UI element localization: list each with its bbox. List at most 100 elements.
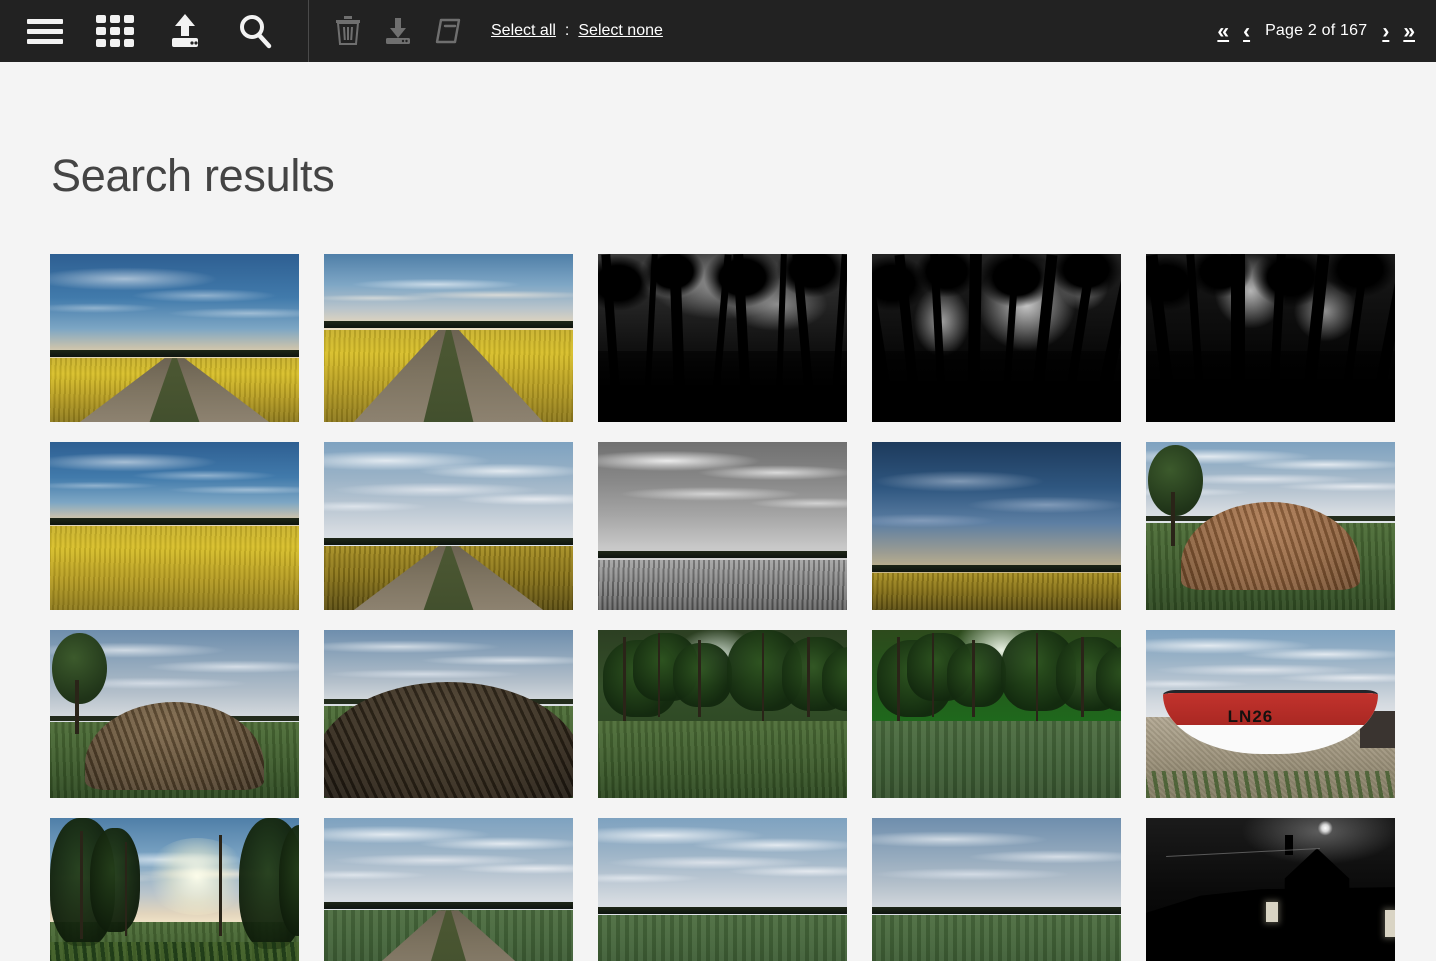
grass-ground — [872, 720, 1121, 798]
grid-view-icon — [96, 15, 134, 47]
collection-button[interactable] — [423, 0, 473, 62]
tree-trunk — [1081, 636, 1085, 718]
grass-ground — [598, 720, 847, 798]
thumb-rapeseed-path-clouds[interactable] — [324, 442, 573, 610]
tree-trunk — [697, 640, 701, 718]
selection-links: Select all : Select none — [491, 22, 663, 40]
result-thumbnail-cell[interactable]: LN26 — [1146, 630, 1395, 798]
thumb-sandy-soil-heap-trees[interactable] — [1146, 442, 1395, 610]
result-thumbnail-cell[interactable] — [1146, 442, 1395, 610]
delete-button[interactable] — [323, 0, 373, 62]
chimney-silhouette — [1285, 834, 1293, 855]
thumb-dark-forest-silhouette-3[interactable] — [1146, 254, 1395, 422]
last-page-button[interactable]: » — [1396, 21, 1422, 42]
result-thumbnail-cell[interactable] — [1146, 254, 1395, 422]
toolbar-divider — [308, 0, 309, 62]
hamburger-menu-button[interactable] — [10, 0, 80, 62]
distant-treeline — [50, 349, 299, 357]
result-thumbnail-cell[interactable] — [324, 254, 573, 422]
distant-treeline — [598, 551, 847, 559]
tree-trunk — [79, 831, 83, 939]
thumb-hedgerow-meadow[interactable] — [598, 630, 847, 798]
shingle-vegetation — [1146, 771, 1395, 798]
hamburger-menu-icon — [27, 14, 63, 49]
tree-canopy — [1148, 445, 1204, 516]
upload-button[interactable] — [150, 0, 220, 62]
thumb-rapeseed-field-wide[interactable] — [50, 442, 299, 610]
search-button[interactable] — [220, 0, 290, 62]
thumb-monochrome-field-clouds[interactable] — [598, 442, 847, 610]
tree-trunk — [657, 633, 660, 718]
select-none-link[interactable]: Select none — [578, 22, 663, 40]
distant-treeline — [324, 321, 573, 329]
distant-treeline — [872, 907, 1121, 915]
thumb-fishing-boat-ln26[interactable]: LN26 — [1146, 630, 1395, 798]
tree-trunk — [807, 636, 811, 718]
field-ground — [50, 526, 299, 610]
result-thumbnail-cell[interactable] — [50, 818, 299, 961]
result-thumbnail-cell[interactable] — [50, 630, 299, 798]
result-thumbnail-cell[interactable] — [50, 254, 299, 422]
previous-page-button[interactable]: ‹ — [1236, 21, 1257, 42]
sun-flare — [144, 838, 250, 916]
tree-trunk — [762, 633, 765, 721]
download-button[interactable] — [373, 0, 423, 62]
thumb-trees-backlit-sun[interactable] — [50, 818, 299, 961]
next-page-button[interactable]: › — [1375, 21, 1396, 42]
thumb-muck-heap-with-tree[interactable] — [50, 630, 299, 798]
result-thumbnail-cell[interactable] — [598, 442, 847, 610]
thumb-dark-forest-silhouette-2[interactable] — [872, 254, 1121, 422]
result-thumbnail-cell[interactable] — [598, 630, 847, 798]
thumb-muck-heap-close-up[interactable] — [324, 630, 573, 798]
tree-trunk — [896, 636, 900, 725]
thumb-crop-field-tramlines-1[interactable] — [324, 818, 573, 961]
foliage-mass — [89, 828, 140, 933]
field-ground — [872, 915, 1121, 961]
download-icon — [386, 18, 410, 44]
thumb-crop-field-wide-2[interactable] — [872, 818, 1121, 961]
distant-treeline — [324, 537, 573, 545]
top-toolbar: Select all : Select none « ‹ Page 2 of 1… — [0, 0, 1436, 62]
foreground-vegetation — [50, 942, 299, 961]
distant-treeline — [324, 902, 573, 909]
first-page-button[interactable]: « — [1210, 21, 1236, 42]
lit-window — [1265, 902, 1278, 923]
result-thumbnail-cell[interactable] — [872, 818, 1121, 961]
foliage-mass — [672, 643, 733, 708]
thumb-green-woodland-ride[interactable] — [872, 630, 1121, 798]
collection-book-icon — [435, 18, 461, 44]
upload-icon — [172, 14, 198, 47]
distant-treeline — [598, 907, 847, 915]
field-ground — [598, 915, 847, 961]
tree-trunk — [219, 834, 223, 936]
tree-canopy — [52, 633, 108, 704]
result-thumbnail-cell[interactable] — [324, 630, 573, 798]
grid-view-button[interactable] — [80, 0, 150, 62]
boat-registration-text: LN26 — [1227, 706, 1274, 726]
result-thumbnail-cell[interactable] — [872, 254, 1121, 422]
result-thumbnail-cell[interactable] — [598, 254, 847, 422]
result-thumbnail-cell[interactable] — [872, 630, 1121, 798]
tree-trunk — [74, 680, 79, 735]
select-all-link[interactable]: Select all — [491, 22, 556, 40]
result-thumbnail-cell[interactable] — [872, 442, 1121, 610]
thumb-rapeseed-track-blue-sky[interactable] — [50, 254, 299, 422]
field-ground — [872, 573, 1121, 610]
thumb-dark-forest-silhouette-1[interactable] — [598, 254, 847, 422]
distant-treeline — [50, 517, 299, 525]
trash-icon — [336, 16, 360, 45]
result-thumbnail-cell[interactable] — [324, 442, 573, 610]
thumb-dusk-rapeseed-field[interactable] — [872, 442, 1121, 610]
tree-trunk — [124, 841, 127, 936]
result-thumbnail-cell[interactable] — [50, 442, 299, 610]
thumb-crop-field-wide-1[interactable] — [598, 818, 847, 961]
results-grid: LN26 — [50, 254, 1395, 961]
tree-trunk — [1036, 633, 1039, 721]
search-icon — [240, 15, 272, 49]
foliage-mass — [946, 643, 1007, 708]
result-thumbnail-cell[interactable] — [598, 818, 847, 961]
thumb-rapeseed-track-golden[interactable] — [324, 254, 573, 422]
result-thumbnail-cell[interactable] — [324, 818, 573, 961]
thumb-night-house-moonlight[interactable] — [1146, 818, 1395, 961]
result-thumbnail-cell[interactable] — [1146, 818, 1395, 961]
